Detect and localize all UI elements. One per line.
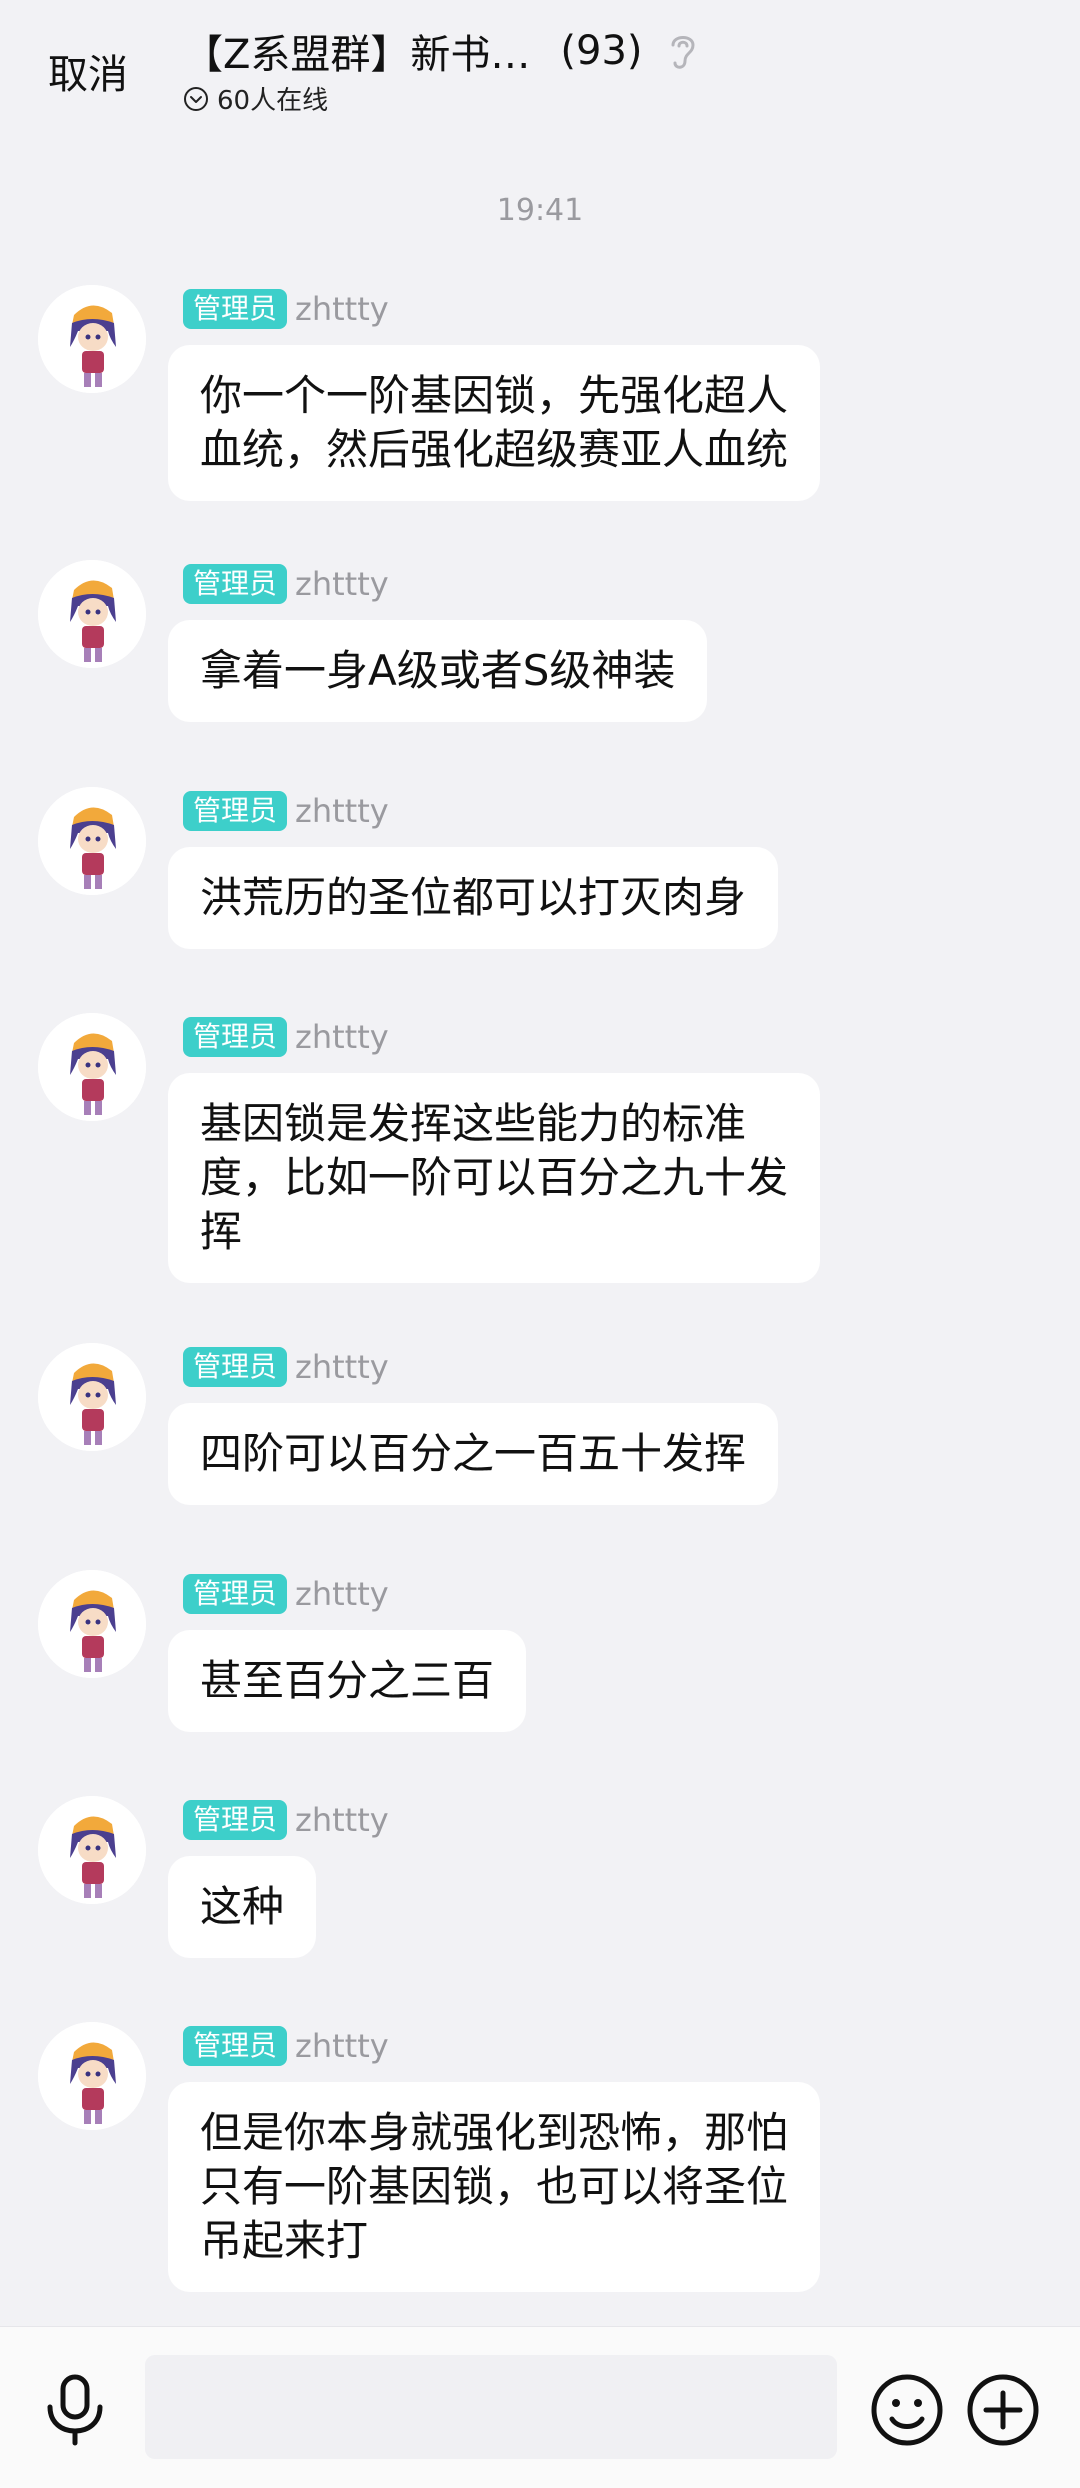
avatar[interactable] — [38, 1343, 146, 1451]
message-text-line: 只有一阶基因锁，也可以将圣位 — [200, 2162, 789, 2211]
avatar-icon — [38, 1013, 146, 1121]
admin-badge: 管理员 — [183, 1800, 288, 1840]
cancel-button[interactable]: 取消 — [48, 42, 128, 100]
message-bubble[interactable]: 四阶可以百分之一百五十发挥 — [168, 1403, 779, 1505]
message-bubble[interactable]: 你一个一阶基因锁，先强化超人 血统，然后强化超级赛亚人血统 — [168, 345, 821, 501]
sender-nickname[interactable]: zhttty — [295, 792, 389, 830]
sender-meta: 管理员 zhttty — [183, 1345, 389, 1389]
online-status[interactable]: 60人在线 — [183, 80, 328, 117]
message-text-line: 甚至百分之三百 — [200, 1656, 495, 1705]
admin-badge: 管理员 — [183, 1017, 288, 1057]
admin-badge: 管理员 — [183, 1574, 288, 1614]
admin-badge: 管理员 — [183, 289, 288, 329]
avatar-icon — [38, 1570, 146, 1678]
sender-meta: 管理员 zhttty — [183, 562, 389, 606]
sender-meta: 管理员 zhttty — [183, 287, 389, 331]
message-text-line: 吊起来打 — [200, 2216, 369, 2265]
avatar[interactable] — [38, 2022, 146, 2130]
message-text-line: 度，比如一阶可以百分之九十发 — [200, 1153, 789, 1202]
message-text-line: 但是你本身就强化到恐怖，那怕 — [200, 2108, 789, 2157]
message-text-line: 四阶可以百分之一百五十发挥 — [200, 1429, 747, 1478]
avatar[interactable] — [38, 1570, 146, 1678]
sender-nickname[interactable]: zhttty — [295, 565, 389, 603]
chat-header: 取消 【Z系盟群】新书… (93) 60人在线 — [0, 0, 1080, 140]
message-bubble[interactable]: 但是你本身就强化到恐怖，那怕 只有一阶基因锁，也可以将圣位 吊起来打 — [168, 2082, 821, 2292]
avatar-icon — [38, 560, 146, 668]
avatar-icon — [38, 787, 146, 895]
message-text-line: 这种 — [200, 1882, 285, 1931]
avatar[interactable] — [38, 285, 146, 393]
avatar-icon — [38, 285, 146, 393]
sender-nickname[interactable]: zhttty — [295, 290, 389, 328]
sender-nickname[interactable]: zhttty — [295, 2027, 389, 2065]
avatar-icon — [38, 1796, 146, 1904]
message-text-line: 基因锁是发挥这些能力的标准 — [200, 1099, 747, 1148]
message-text-line: 血统，然后强化超级赛亚人血统 — [200, 425, 789, 474]
avatar[interactable] — [38, 787, 146, 895]
avatar[interactable] — [38, 1796, 146, 1904]
message-bubble[interactable]: 这种 — [168, 1856, 317, 1958]
sender-meta: 管理员 zhttty — [183, 789, 389, 833]
group-title[interactable]: 【Z系盟群】新书… — [183, 22, 530, 80]
message-bubble[interactable]: 拿着一身A级或者S级神装 — [168, 620, 708, 722]
sender-meta: 管理员 zhttty — [183, 1572, 389, 1616]
sender-meta: 管理员 zhttty — [183, 1798, 389, 1842]
admin-badge: 管理员 — [183, 791, 288, 831]
admin-badge: 管理员 — [183, 564, 288, 604]
avatar-icon — [38, 1343, 146, 1451]
online-count-text: 60人在线 — [217, 86, 329, 116]
microphone-icon[interactable] — [40, 2373, 110, 2447]
avatar-icon — [38, 2022, 146, 2130]
message-bubble[interactable]: 甚至百分之三百 — [168, 1630, 527, 1732]
chevron-down-circle-icon — [184, 86, 208, 111]
sender-meta: 管理员 zhttty — [183, 1015, 389, 1059]
sender-nickname[interactable]: zhttty — [295, 1801, 389, 1839]
admin-badge: 管理员 — [183, 2026, 288, 2066]
admin-badge: 管理员 — [183, 1347, 288, 1387]
title-row[interactable]: 【Z系盟群】新书… (93) — [183, 22, 701, 80]
message-bubble[interactable]: 洪荒历的圣位都可以打灭肉身 — [168, 847, 779, 949]
sender-nickname[interactable]: zhttty — [295, 1018, 389, 1056]
member-count: (93) — [560, 28, 643, 74]
input-bar — [0, 2326, 1080, 2488]
avatar[interactable] — [38, 1013, 146, 1121]
sender-meta: 管理员 zhttty — [183, 2024, 389, 2068]
plus-icon[interactable] — [966, 2373, 1040, 2447]
sender-nickname[interactable]: zhttty — [295, 1575, 389, 1613]
ear-icon[interactable] — [663, 29, 701, 73]
avatar[interactable] — [38, 560, 146, 668]
message-text-line: 洪荒历的圣位都可以打灭肉身 — [200, 873, 747, 922]
sender-nickname[interactable]: zhttty — [295, 1348, 389, 1386]
message-bubble[interactable]: 基因锁是发挥这些能力的标准 度，比如一阶可以百分之九十发挥 — [168, 1073, 821, 1283]
emoji-icon[interactable] — [870, 2373, 944, 2447]
message-text-line: 你一个一阶基因锁，先强化超人 — [200, 371, 789, 420]
message-timestamp: 19:41 — [496, 193, 584, 228]
message-text-line: 挥 — [200, 1207, 243, 1256]
message-text-line: 拿着一身A级或者S级神装 — [200, 646, 676, 695]
message-input[interactable] — [145, 2355, 837, 2459]
